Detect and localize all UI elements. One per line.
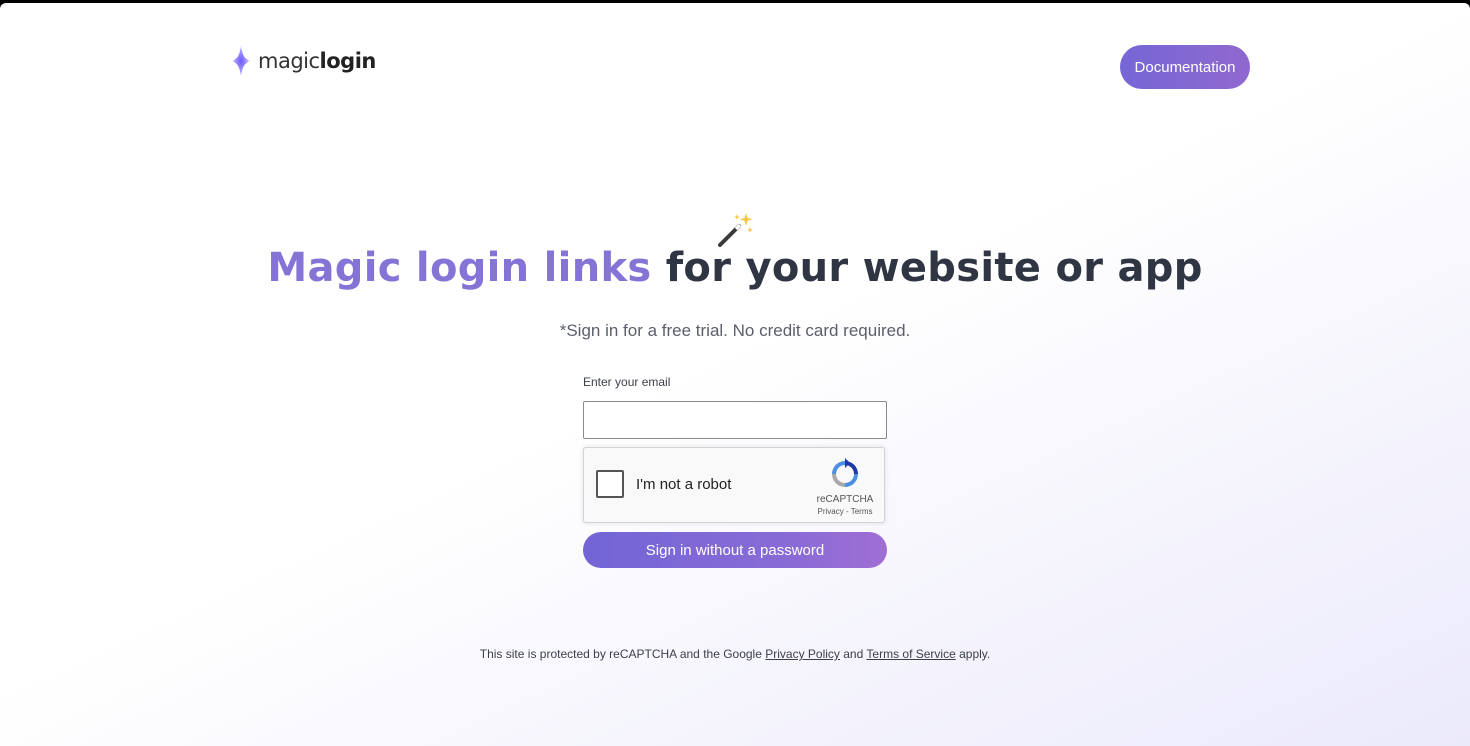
privacy-policy-link[interactable]: Privacy Policy [765,647,840,661]
footer-notice: This site is protected by reCAPTCHA and … [0,647,1470,661]
documentation-button[interactable]: Documentation [1120,45,1250,89]
sign-in-button[interactable]: Sign in without a password [583,532,887,568]
recaptcha-checkbox[interactable] [596,470,624,498]
footer-suffix: apply. [955,647,991,661]
footer-middle: and [839,647,867,661]
recaptcha-icon [832,458,858,487]
page-title-rest: for your website or app [651,245,1203,291]
logo[interactable]: magiclogin [230,41,376,81]
logo-text-light: magic [258,49,320,73]
subtitle: *Sign in for a free trial. No credit car… [559,321,911,340]
page: magiclogin Documentation Magic login lin… [0,3,1470,746]
recaptcha-brand: reCAPTCHA [816,494,874,505]
sparkle-icon [231,43,251,79]
recaptcha-links: Privacy - Terms [804,507,886,516]
logo-text-bold: login [319,49,377,73]
email-label: Enter your email [583,375,671,389]
footer-prefix: This site is protected by reCAPTCHA and … [479,647,766,661]
logo-wordmark: magiclogin [258,49,376,73]
page-title-accent: Magic login links [267,245,652,291]
email-field[interactable] [583,401,887,439]
recaptcha-label: I'm not a robot [636,476,732,493]
recaptcha-link-separator: - [843,507,851,516]
terms-of-service-link[interactable]: Terms of Service [866,647,955,661]
recaptcha-widget: I'm not a robot reCAPTCHA Privacy - Term… [583,447,885,523]
recaptcha-terms-link[interactable]: Terms [851,507,873,516]
login-form: Enter your email I'm not a robot reCAPTC… [583,375,887,568]
page-title: Magic login links for your website or ap… [0,243,1470,293]
recaptcha-privacy-link[interactable]: Privacy [818,507,844,516]
